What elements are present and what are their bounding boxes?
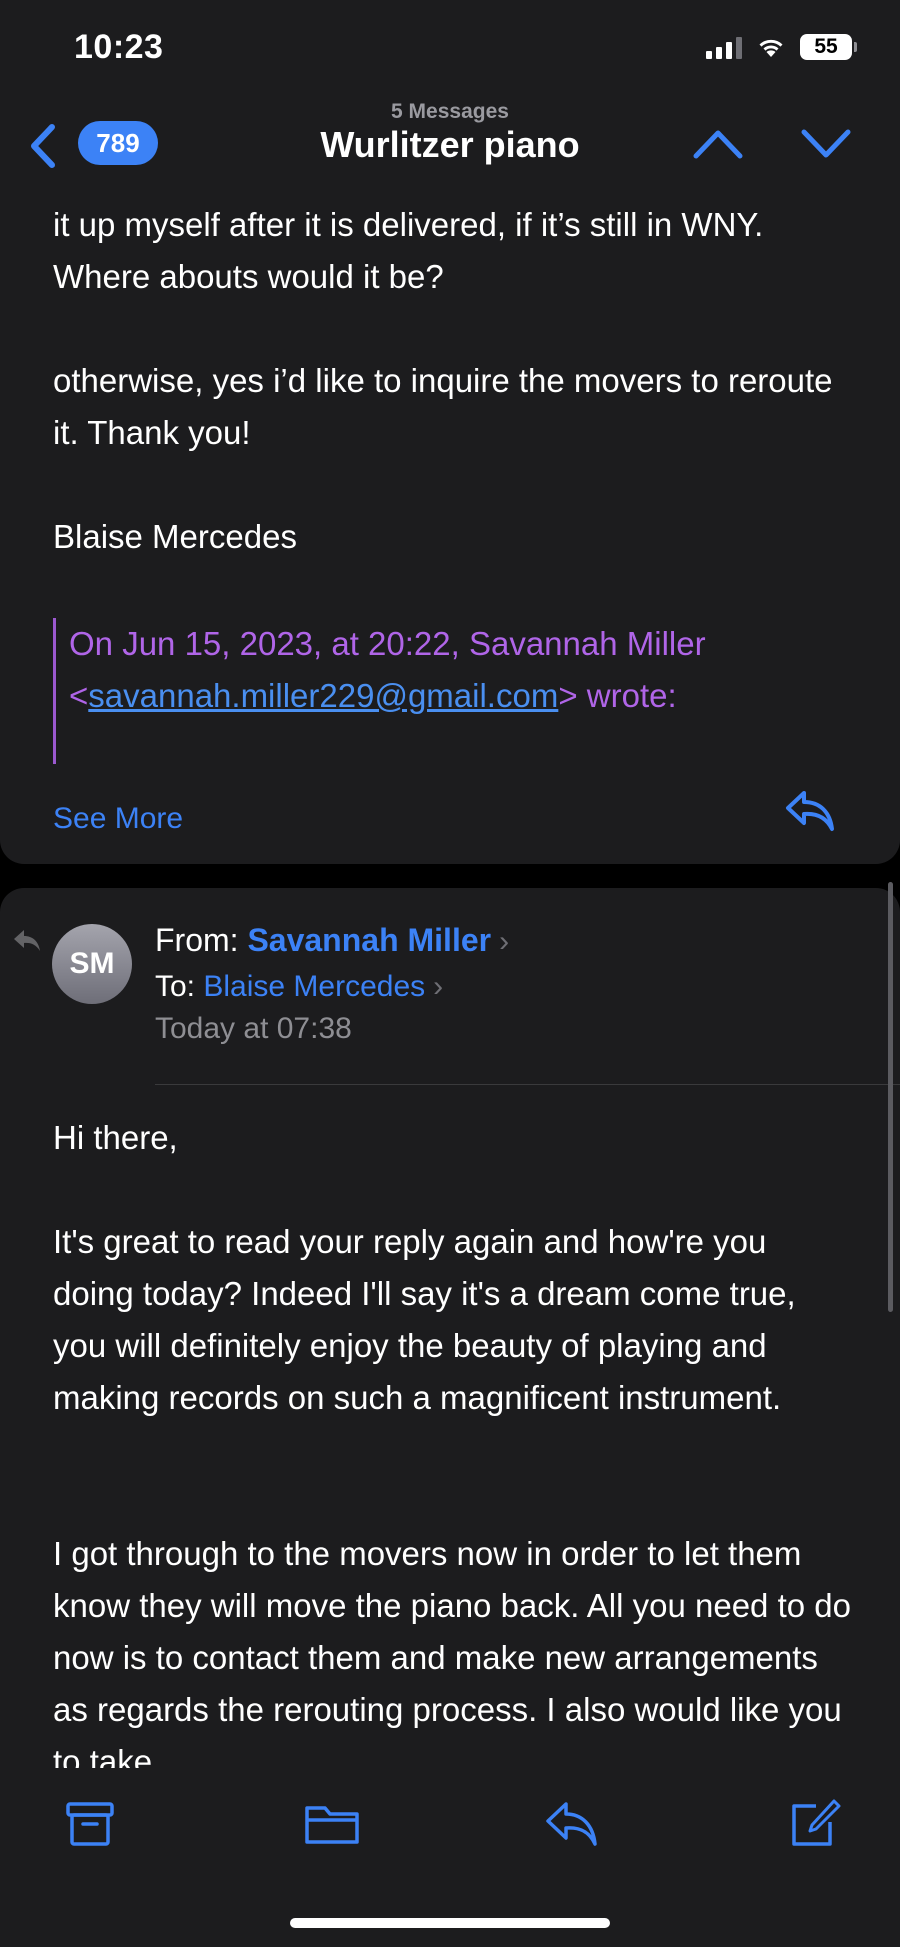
message-card-previous: it up myself after it is delivered, if i… xyxy=(0,194,900,864)
message-paragraph: I got through to the movers now in order… xyxy=(53,1535,851,1768)
see-more-button[interactable]: See More xyxy=(53,802,183,836)
quote-lt: < xyxy=(69,677,89,714)
sender-name[interactable]: Savannah Miller xyxy=(247,922,491,958)
chevron-right-icon: › xyxy=(433,970,444,1003)
from-label: From: xyxy=(155,922,239,958)
avatar[interactable]: SM xyxy=(52,924,132,1004)
navigation-bar: 789 5 Messages Wurlitzer piano xyxy=(0,100,900,194)
status-icons: 55 xyxy=(706,34,857,60)
status-time: 10:23 xyxy=(74,28,164,66)
quote-suffix: > wrote: xyxy=(558,677,677,714)
reply-icon[interactable] xyxy=(784,788,836,834)
message-greeting: Hi there, xyxy=(53,1119,178,1156)
scrollbar[interactable] xyxy=(888,882,893,1312)
chevron-up-icon[interactable] xyxy=(692,122,744,166)
message-paragraph: otherwise, yes i’d like to inquire the m… xyxy=(53,362,833,451)
archive-icon[interactable] xyxy=(62,1798,118,1850)
replied-indicator-icon xyxy=(14,930,40,951)
message-card-current: SM From: Savannah Miller › To: Blaise Mer… xyxy=(0,888,900,1768)
home-indicator[interactable] xyxy=(290,1918,610,1928)
quoted-email-link[interactable]: savannah.miller229@gmail.com xyxy=(88,677,558,714)
to-line[interactable]: To: Blaise Mercedes › xyxy=(155,970,443,1004)
compose-icon[interactable] xyxy=(786,1798,842,1850)
message-count: 5 Messages xyxy=(391,100,509,123)
chevron-right-icon: › xyxy=(499,925,510,958)
status-bar: 10:23 55 xyxy=(0,0,900,100)
recipient-name[interactable]: Blaise Mercedes xyxy=(203,970,425,1003)
message-paragraph: it up myself after it is delivered, if i… xyxy=(53,206,764,295)
reply-icon[interactable] xyxy=(544,1798,600,1850)
folder-icon[interactable] xyxy=(302,1798,362,1850)
to-label: To: xyxy=(155,970,196,1003)
quoted-header: On Jun 15, 2023, at 20:22, Savannah Mill… xyxy=(53,618,853,764)
thread-title: Wurlitzer piano xyxy=(320,124,580,165)
message-signature: Blaise Mercedes xyxy=(53,518,297,555)
divider xyxy=(155,1084,900,1085)
message-paragraph: It's great to read your reply again and … xyxy=(53,1223,796,1416)
chevron-down-icon[interactable] xyxy=(800,122,852,166)
wifi-icon xyxy=(759,39,783,57)
battery-icon: 55 xyxy=(800,34,857,60)
from-line[interactable]: From: Savannah Miller › xyxy=(155,922,509,959)
quote-prefix: On Jun 15, 2023, at 20:22, Savannah Mill… xyxy=(69,625,706,662)
message-date: Today at 07:38 xyxy=(155,1012,352,1045)
cellular-signal-icon xyxy=(706,35,742,59)
